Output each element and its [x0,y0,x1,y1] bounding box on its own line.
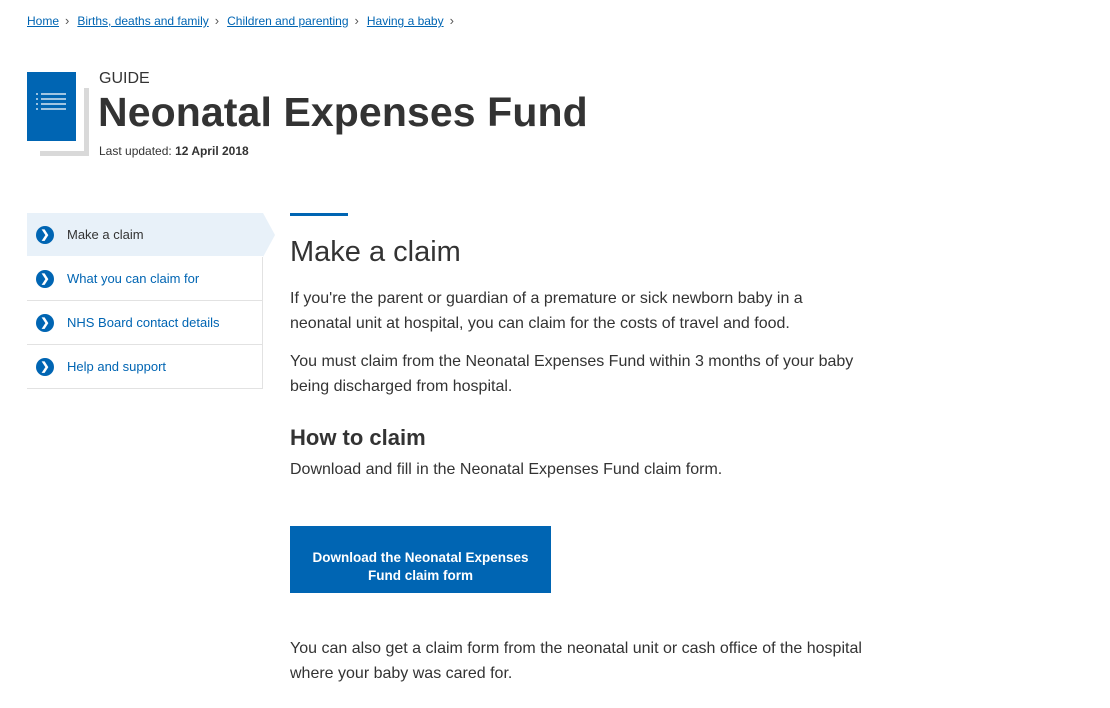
nav-item-help-and-support[interactable]: ❯ Help and support [27,345,263,389]
breadcrumb-link-births-deaths-family[interactable]: Births, deaths and family [77,13,208,29]
breadcrumb-link-having-a-baby[interactable]: Having a baby [367,13,444,29]
main-content: Make a claim If you're the parent or gua… [290,213,865,686]
nav-item-make-a-claim[interactable]: ❯ Make a claim [27,213,275,257]
deadline-paragraph: You must claim from the Neonatal Expense… [290,353,854,395]
breadcrumb-link-home[interactable]: Home [27,13,59,29]
section-title: Make a claim [290,236,461,268]
chevron-right-circle-icon: ❯ [36,225,54,244]
nav-item-label: Make a claim [67,226,144,242]
how-to-claim-heading: How to claim [290,425,426,450]
chevron-right-icon: › [449,13,454,28]
nav-item-nhs-board-contact-details[interactable]: ❯ NHS Board contact details [27,301,263,345]
intro-paragraph: If you're the parent or guardian of a pr… [290,290,803,332]
chevron-right-circle-icon: ❯ [36,269,54,288]
document-list-icon [27,72,89,156]
nav-item-label: NHS Board contact details [67,314,220,330]
section-accent-bar [290,213,348,216]
breadcrumb-item-home: Home › [27,13,77,29]
chevron-right-icon: › [354,13,359,28]
nav-item-label: Help and support [67,358,167,374]
alternative-source-paragraph: You can also get a claim form from the n… [290,640,862,682]
last-updated-date: 12 April 2018 [175,144,249,158]
chevron-right-circle-icon: ❯ [36,357,54,376]
chevron-right-circle-icon: ❯ [36,313,54,332]
breadcrumb: Home › Births, deaths and family › Child… [27,13,462,29]
download-claim-form-button[interactable]: Download the Neonatal Expenses Fund clai… [290,526,551,593]
breadcrumb-link-children-parenting[interactable]: Children and parenting [227,13,348,29]
guide-contents-nav: ❯ Make a claim ❯ What you can claim for … [27,213,275,389]
nav-item-label: What you can claim for [67,270,200,286]
breadcrumb-item-having-a-baby: Having a baby › [367,13,462,29]
how-to-claim-text: Download and fill in the Neonatal Expens… [290,461,723,478]
nav-item-what-you-can-claim-for[interactable]: ❯ What you can claim for [27,257,263,301]
chevron-right-icon: › [65,13,70,28]
last-updated-label: Last updated: [99,144,172,158]
chevron-right-icon: › [214,13,220,28]
page-title: Neonatal Expenses Fund [98,89,588,135]
breadcrumb-item-births: Births, deaths and family › [77,13,227,29]
breadcrumb-item-children: Children and parenting › [227,13,367,29]
last-updated: Last updated: 12 April 2018 [99,142,249,160]
